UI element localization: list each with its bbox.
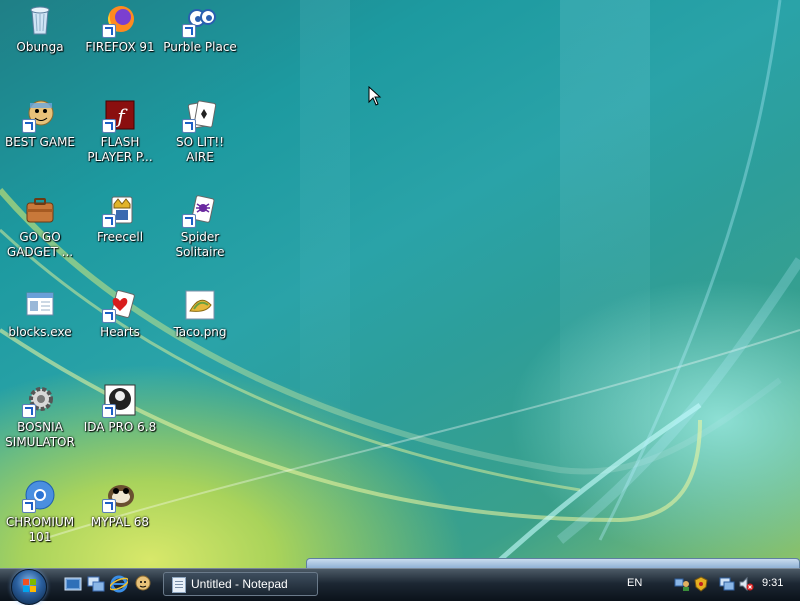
gear-icon bbox=[22, 384, 56, 418]
desktop-icon-go-go-gadget[interactable]: GO GO GADGET ... bbox=[1, 192, 79, 282]
system-clock[interactable]: 9:31 bbox=[762, 577, 783, 589]
shortcut-arrow-icon bbox=[182, 24, 196, 38]
switch-windows-icon[interactable] bbox=[87, 575, 105, 593]
desktop-icon-label: BEST GAME bbox=[4, 135, 76, 149]
language-indicator[interactable]: EN bbox=[627, 577, 642, 589]
show-desktop-icon[interactable] bbox=[64, 575, 82, 593]
desktop-icon-so-lit-aire[interactable]: SO LIT!! AIRE bbox=[161, 97, 239, 187]
window-top-edge[interactable] bbox=[306, 558, 800, 568]
shortcut-arrow-icon bbox=[22, 499, 36, 513]
shortcut-arrow-icon bbox=[102, 404, 116, 418]
network-monitor-icon[interactable] bbox=[719, 576, 735, 592]
internet-explorer-icon[interactable] bbox=[109, 575, 129, 593]
desktop-icon-purble-place[interactable]: Purble Place bbox=[161, 2, 239, 92]
desktop-icon-label: Taco.png bbox=[173, 325, 227, 339]
shortcut-arrow-icon bbox=[102, 119, 116, 133]
desktop-icon-label: Freecell bbox=[96, 230, 144, 244]
desktop-icon-taco-png[interactable]: Taco.png bbox=[161, 287, 239, 377]
notepad-icon bbox=[172, 577, 186, 593]
desktop-icon-blocks-exe[interactable]: blocks.exe bbox=[1, 287, 79, 377]
shortcut-arrow-icon bbox=[102, 309, 116, 323]
chromium-icon bbox=[22, 479, 56, 513]
desktop-icon-bosnia-simulator[interactable]: BOSNIA SIMULATOR bbox=[1, 382, 79, 472]
desktop-icon-freecell[interactable]: Freecell bbox=[81, 192, 159, 282]
mouse-cursor-icon bbox=[368, 86, 382, 106]
taskbar-button-notepad[interactable]: Untitled - Notepad bbox=[163, 572, 318, 596]
desktop-icon-chromium[interactable]: CHROMIUM 101 bbox=[1, 477, 79, 567]
desktop-icon-label: FIREFOX 91 bbox=[85, 40, 155, 54]
desktop-icon-label: SO LIT!! AIRE bbox=[175, 135, 225, 164]
desktop-icon-label: GO GO GADGET ... bbox=[6, 230, 74, 259]
flash-player-icon: f bbox=[102, 99, 136, 133]
desktop-icon-label: Hearts bbox=[100, 325, 140, 339]
desktop-icon-spider-solitaire[interactable]: Spider Solitaire bbox=[161, 192, 239, 282]
desktop-icon-label: IDA PRO 6.8 bbox=[83, 420, 157, 434]
desktop-icon-best-game[interactable]: BEST GAME bbox=[1, 97, 79, 187]
desktop-icon-label: FLASH PLAYER P... bbox=[87, 135, 153, 164]
image-file-icon bbox=[184, 289, 216, 321]
shortcut-arrow-icon bbox=[182, 214, 196, 228]
taskbar-button-label: Untitled - Notepad bbox=[191, 577, 288, 591]
spider-solitaire-icon bbox=[182, 194, 216, 228]
application-window-icon bbox=[24, 289, 56, 321]
user-icon[interactable] bbox=[134, 575, 152, 593]
purble-place-icon bbox=[182, 4, 216, 38]
shortcut-arrow-icon bbox=[182, 119, 196, 133]
briefcase-icon bbox=[24, 194, 56, 226]
desktop-icon-ida-pro[interactable]: IDA PRO 6.8 bbox=[81, 382, 159, 472]
security-icon[interactable] bbox=[693, 576, 709, 592]
mypal-icon bbox=[102, 479, 136, 513]
desktop-icon-label: blocks.exe bbox=[8, 325, 72, 339]
desktop-icon-firefox[interactable]: FIREFOX 91 bbox=[81, 2, 159, 92]
desktop-icon-label: CHROMIUM 101 bbox=[5, 515, 75, 544]
desktop-icon-flash-player[interactable]: f FLASH PLAYER P... bbox=[81, 97, 159, 187]
shortcut-arrow-icon bbox=[102, 24, 116, 38]
desktop-icon-label: Purble Place bbox=[163, 40, 237, 54]
game-character-icon bbox=[22, 99, 56, 133]
desktop-icon-hearts[interactable]: Hearts bbox=[81, 287, 159, 377]
ida-pro-icon bbox=[102, 384, 136, 418]
shortcut-arrow-icon bbox=[102, 499, 116, 513]
shortcut-arrow-icon bbox=[22, 119, 36, 133]
desktop-icon-mypal[interactable]: MYPAL 68 bbox=[81, 477, 159, 567]
recycle-bin-icon bbox=[24, 4, 56, 36]
firefox-icon bbox=[102, 4, 136, 38]
desktop-icon-label: Obunga bbox=[16, 40, 64, 54]
hearts-icon bbox=[102, 289, 136, 323]
shortcut-arrow-icon bbox=[22, 404, 36, 418]
network-people-icon[interactable] bbox=[674, 576, 690, 592]
shortcut-arrow-icon bbox=[102, 214, 116, 228]
desktop: Obunga BEST GAME GO GO GADGET ... blocks… bbox=[0, 0, 800, 570]
start-button[interactable] bbox=[9, 568, 49, 605]
solitaire-icon bbox=[182, 99, 217, 133]
freecell-icon bbox=[102, 194, 136, 228]
desktop-icon-label: Spider Solitaire bbox=[175, 230, 225, 259]
desktop-icon-obunga[interactable]: Obunga bbox=[1, 2, 79, 92]
desktop-icon-label: MYPAL 68 bbox=[90, 515, 150, 529]
volume-muted-icon[interactable] bbox=[738, 576, 754, 592]
desktop-icon-label: BOSNIA SIMULATOR bbox=[5, 420, 75, 449]
